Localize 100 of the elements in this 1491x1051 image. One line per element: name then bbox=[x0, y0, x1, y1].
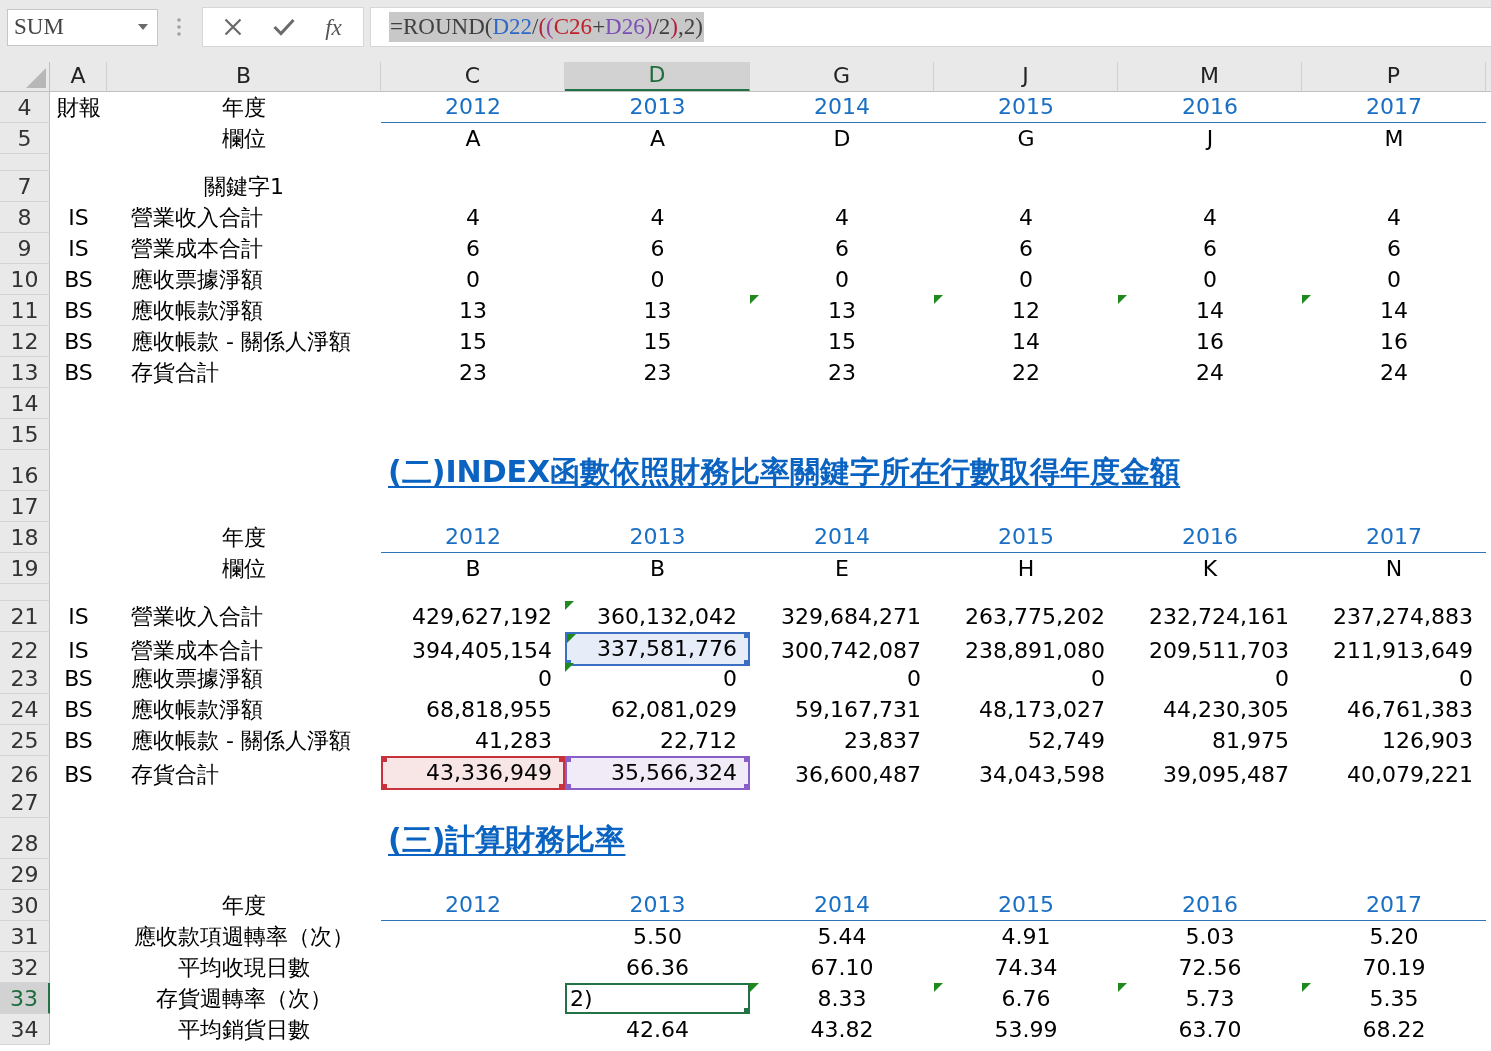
year-label: 2016 bbox=[1182, 891, 1238, 919]
ratio-value: 5.44 bbox=[817, 923, 867, 951]
amount-value: 429,627,192 bbox=[412, 603, 552, 631]
row-index-value: 16 bbox=[1380, 328, 1408, 356]
report-heading: 財報 bbox=[56, 94, 101, 122]
row-header[interactable]: 5 bbox=[0, 123, 50, 154]
row-index-value: 15 bbox=[643, 328, 672, 356]
row-header[interactable]: 17 bbox=[0, 491, 50, 522]
row-header[interactable]: 24 bbox=[0, 694, 50, 725]
row-header[interactable]: 9 bbox=[0, 233, 50, 264]
row-header[interactable]: 28 bbox=[0, 818, 50, 859]
ratio-value: 70.19 bbox=[1362, 954, 1426, 982]
column-header[interactable]: D bbox=[565, 62, 750, 91]
row-index-value: 4 bbox=[1387, 204, 1401, 232]
amount-value: 0 bbox=[1091, 665, 1105, 693]
row-header[interactable]: 16 bbox=[0, 450, 50, 491]
year-label: 2013 bbox=[629, 93, 686, 121]
column-code: H bbox=[1017, 555, 1035, 583]
row-header[interactable]: 19 bbox=[0, 553, 50, 584]
row-header[interactable]: 8 bbox=[0, 202, 50, 233]
vertical-dots-icon[interactable] bbox=[177, 18, 181, 36]
year-label: 2015 bbox=[998, 93, 1054, 121]
row-index-value: 15 bbox=[828, 328, 856, 356]
row-label: 年度 bbox=[222, 892, 266, 920]
ratio-value: 5.20 bbox=[1369, 923, 1419, 951]
amount-value: 81,975 bbox=[1212, 727, 1289, 755]
statement-code: BS bbox=[64, 761, 93, 789]
year-label: 2015 bbox=[998, 523, 1054, 551]
row-header[interactable]: 4 bbox=[0, 92, 50, 123]
ratio-value: 67.10 bbox=[810, 954, 874, 982]
row-header[interactable]: 13 bbox=[0, 357, 50, 388]
row-index-value: 4 bbox=[466, 204, 480, 232]
row-header[interactable]: 26 bbox=[0, 756, 50, 790]
cell-edit-text: 2) bbox=[570, 985, 593, 1012]
row-index-value: 22 bbox=[1012, 359, 1040, 387]
row-label: 營業收入合計 bbox=[131, 204, 263, 232]
row-header[interactable] bbox=[0, 154, 50, 171]
ratio-value: 5.03 bbox=[1185, 923, 1235, 951]
select-all-icon[interactable] bbox=[26, 68, 46, 88]
name-box[interactable]: SUM bbox=[7, 8, 158, 46]
check-icon[interactable] bbox=[272, 18, 295, 36]
ratio-value: 63.70 bbox=[1178, 1016, 1242, 1044]
row-header[interactable]: 31 bbox=[0, 921, 50, 952]
row-label: 應收帳款淨額 bbox=[131, 696, 263, 724]
amount-value: 0 bbox=[723, 665, 737, 693]
amount-value: 238,891,080 bbox=[965, 637, 1105, 665]
ratio-value: 42.64 bbox=[626, 1016, 689, 1044]
row-label: 營業成本合計 bbox=[131, 637, 263, 665]
row-index-value: 23 bbox=[828, 359, 856, 387]
row-header[interactable]: 10 bbox=[0, 264, 50, 295]
row-header[interactable]: 30 bbox=[0, 890, 50, 921]
row-header[interactable]: 15 bbox=[0, 419, 50, 450]
row-label: 年度 bbox=[222, 94, 266, 122]
keyword-label: 關鍵字1 bbox=[204, 173, 284, 201]
row-header[interactable]: 21 bbox=[0, 601, 50, 632]
row-header[interactable]: 29 bbox=[0, 859, 50, 890]
statement-code: BS bbox=[64, 359, 93, 387]
amount-value: 394,405,154 bbox=[412, 637, 552, 665]
caret-icon[interactable] bbox=[138, 24, 148, 30]
amount-value: 36,600,487 bbox=[795, 761, 921, 789]
row-header[interactable]: 11 bbox=[0, 295, 50, 326]
amount-value: 300,742,087 bbox=[781, 637, 921, 665]
row-header[interactable]: 33 bbox=[0, 983, 50, 1014]
section-title: (二)INDEX函數依照財務比率關鍵字所在行數取得年度金額 bbox=[388, 453, 1181, 491]
column-code: A bbox=[649, 125, 666, 153]
insert-function-button[interactable]: fx bbox=[325, 15, 342, 39]
amount-value: 48,173,027 bbox=[979, 696, 1105, 724]
column-code: M bbox=[1384, 125, 1404, 153]
amount-value: 59,167,731 bbox=[795, 696, 921, 724]
cancel-icon[interactable] bbox=[224, 18, 243, 36]
row-header[interactable] bbox=[0, 584, 50, 601]
row-header[interactable]: 7 bbox=[0, 171, 50, 202]
column-code: E bbox=[835, 555, 849, 583]
row-index-value: 6 bbox=[1203, 235, 1217, 263]
row-header[interactable]: 32 bbox=[0, 952, 50, 983]
column-code: A bbox=[465, 125, 481, 153]
row-index-value: 0 bbox=[466, 266, 480, 294]
row-header[interactable]: 22 bbox=[0, 632, 50, 666]
column-code: G bbox=[1017, 125, 1035, 153]
row-header[interactable]: 12 bbox=[0, 326, 50, 357]
year-label: 2012 bbox=[445, 93, 501, 121]
amount-value: 40,079,221 bbox=[1347, 761, 1473, 789]
row-label: 營業成本合計 bbox=[131, 235, 263, 263]
row-header[interactable]: 14 bbox=[0, 388, 50, 419]
year-label: 2015 bbox=[998, 891, 1054, 919]
row-header[interactable]: 34 bbox=[0, 1014, 50, 1045]
row-header[interactable]: 25 bbox=[0, 725, 50, 756]
amount-value: 263,775,202 bbox=[965, 603, 1105, 631]
row-header[interactable]: 27 bbox=[0, 787, 50, 818]
row-header[interactable]: 23 bbox=[0, 663, 50, 694]
row-label: 平均銷貨日數 bbox=[178, 1016, 310, 1044]
row-index-value: 14 bbox=[1196, 297, 1224, 325]
ratio-value: 43.82 bbox=[810, 1016, 874, 1044]
active-cell[interactable]: 2) bbox=[565, 983, 750, 1014]
statement-code: BS bbox=[64, 696, 93, 724]
formula-bar[interactable]: =ROUND(D22/((C26+D26)/2),2) bbox=[370, 7, 1491, 47]
row-index-value: 4 bbox=[1019, 204, 1033, 232]
ratio-value: 68.22 bbox=[1362, 1016, 1426, 1044]
row-label: 應收票據淨額 bbox=[131, 266, 263, 294]
row-header[interactable]: 18 bbox=[0, 522, 50, 553]
